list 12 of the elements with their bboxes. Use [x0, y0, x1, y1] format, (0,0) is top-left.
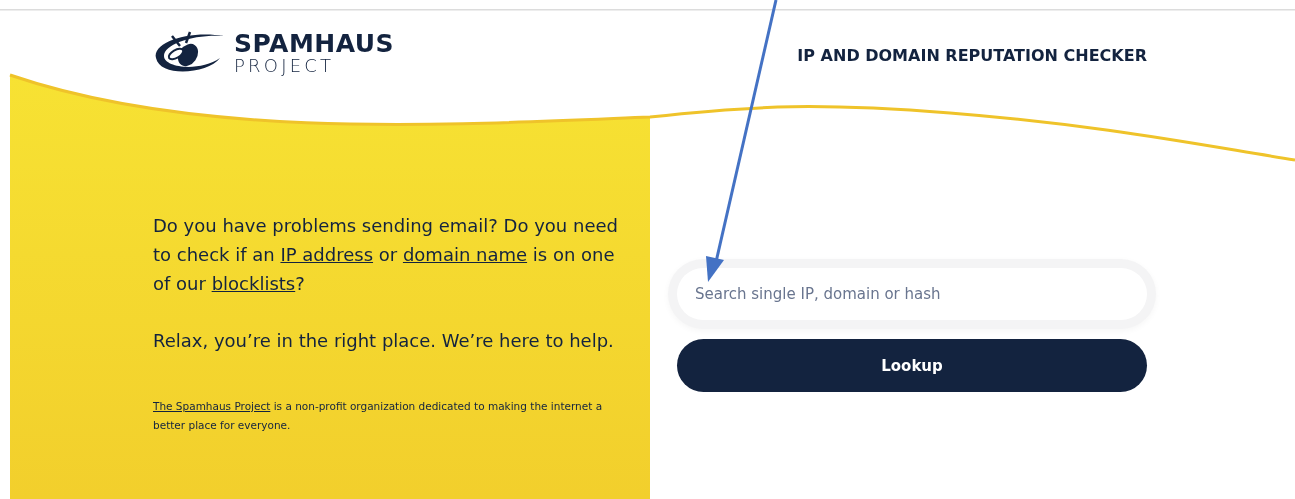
- link[interactable]: IP address: [280, 244, 374, 265]
- search-field[interactable]: Search single IP, domain or hash: [677, 268, 1147, 320]
- link[interactable]: blocklists: [211, 273, 296, 294]
- logo-name: SPAMHAUS: [234, 31, 395, 56]
- intro-text: Relax, you’re in the right place. We’re here to help.: [153, 329, 615, 353]
- about-text: The Spamhaus Project is a non-profit organization dedicated to making the internet a better place for everyone.: [153, 399, 604, 433]
- link[interactable]: The Spamhaus Project: [153, 400, 271, 412]
- logo-subtitle: PROJECT: [234, 57, 336, 75]
- page-title: IP AND DOMAIN REPUTATION CHECKER: [797, 46, 1147, 65]
- intro-text: Do you have problems sending email? Do you need to check if an IP address or domain name is on one of our blocklists?: [153, 214, 618, 296]
- link[interactable]: domain name: [402, 244, 528, 265]
- lookup-button[interactable]: Lookup: [677, 339, 1147, 392]
